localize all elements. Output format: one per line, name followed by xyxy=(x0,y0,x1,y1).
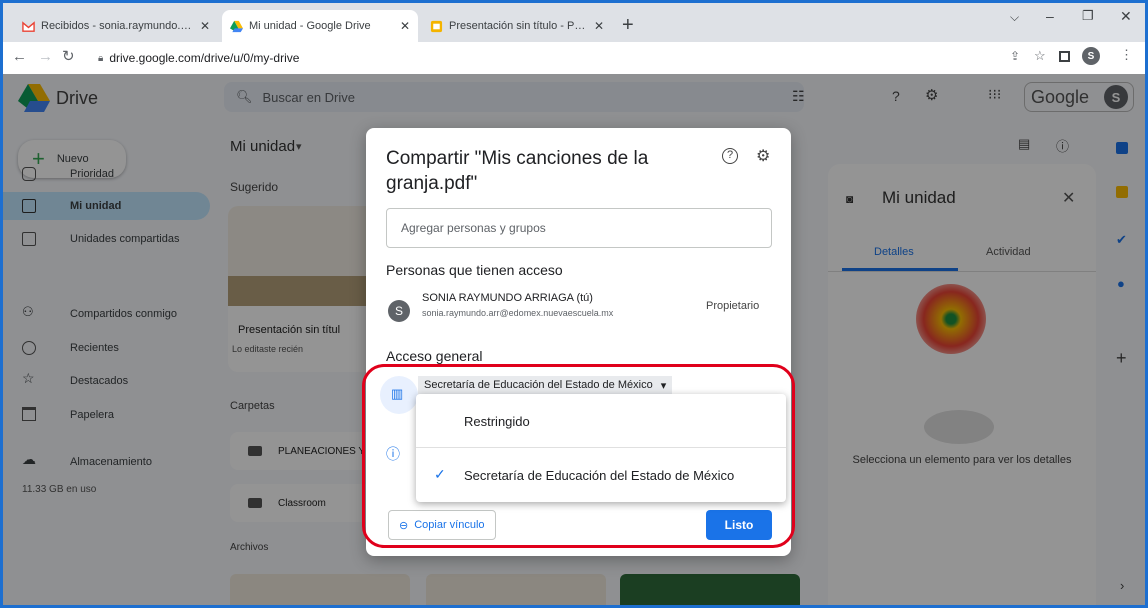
gmail-icon xyxy=(22,20,35,32)
help-icon[interactable]: ? xyxy=(722,148,738,164)
tab-slides[interactable]: Presentación sin título - Presenta ✕ xyxy=(422,10,612,42)
close-tab-icon[interactable]: ✕ xyxy=(200,19,210,33)
minimize-icon[interactable]: – xyxy=(1046,8,1054,24)
browser-menu-icon[interactable]: ⋮ xyxy=(1120,47,1133,63)
close-tab-icon[interactable]: ✕ xyxy=(400,19,410,33)
add-people-input[interactable]: Agregar personas y grupos xyxy=(386,208,772,248)
url-field[interactable]: 🔒︎ drive.google.com/drive/u/0/my-drive xyxy=(88,46,988,70)
lock-icon: 🔒︎ xyxy=(98,52,104,64)
people-heading: Personas que tienen acceso xyxy=(386,262,563,278)
bookmark-star-icon[interactable]: ☆ xyxy=(1034,48,1046,64)
person-email: sonia.raymundo.arr@edomex.nuevaescuela.m… xyxy=(422,308,614,318)
tab-title: Mi unidad - Google Drive xyxy=(249,20,371,32)
person-avatar: S xyxy=(388,300,410,322)
dialog-title: Compartir "Mis canciones de la granja.pd… xyxy=(386,148,649,194)
share-page-icon[interactable]: ⇪ xyxy=(1010,49,1020,63)
reload-icon[interactable]: ↻ xyxy=(62,47,75,65)
restore-icon[interactable]: ❐ xyxy=(1082,8,1094,24)
close-window-icon[interactable]: ✕ xyxy=(1120,8,1132,25)
close-tab-icon[interactable]: ✕ xyxy=(594,19,604,33)
person-name: SONIA RAYMUNDO ARRIAGA (tú) xyxy=(422,292,593,304)
forward-icon[interactable]: → xyxy=(38,48,53,65)
slides-icon xyxy=(430,20,443,32)
general-access-heading: Acceso general xyxy=(386,348,483,364)
profile-avatar[interactable]: S xyxy=(1082,47,1100,65)
tab-gmail[interactable]: Recibidos - sonia.raymundo.arr@ ✕ xyxy=(14,10,218,42)
settings-gear-icon[interactable]: ⚙ xyxy=(756,146,770,166)
tab-title: Presentación sin título - Presenta xyxy=(449,20,588,32)
role-label: Propietario xyxy=(706,300,760,312)
back-icon[interactable]: ← xyxy=(12,48,27,65)
tab-drive[interactable]: Mi unidad - Google Drive ✕ xyxy=(222,10,418,42)
tab-title: Recibidos - sonia.raymundo.arr@ xyxy=(41,20,194,32)
tab-search-chevron-icon[interactable]: ⌵ xyxy=(1010,10,1019,25)
new-tab-button[interactable]: + xyxy=(622,14,634,37)
person-row: S SONIA RAYMUNDO ARRIAGA (tú) sonia.raym… xyxy=(386,292,780,332)
url-text: drive.google.com/drive/u/0/my-drive xyxy=(109,51,300,65)
drive-logo-icon xyxy=(230,20,243,32)
highlight-annotation xyxy=(362,364,795,548)
side-panel-icon[interactable] xyxy=(1059,51,1070,62)
